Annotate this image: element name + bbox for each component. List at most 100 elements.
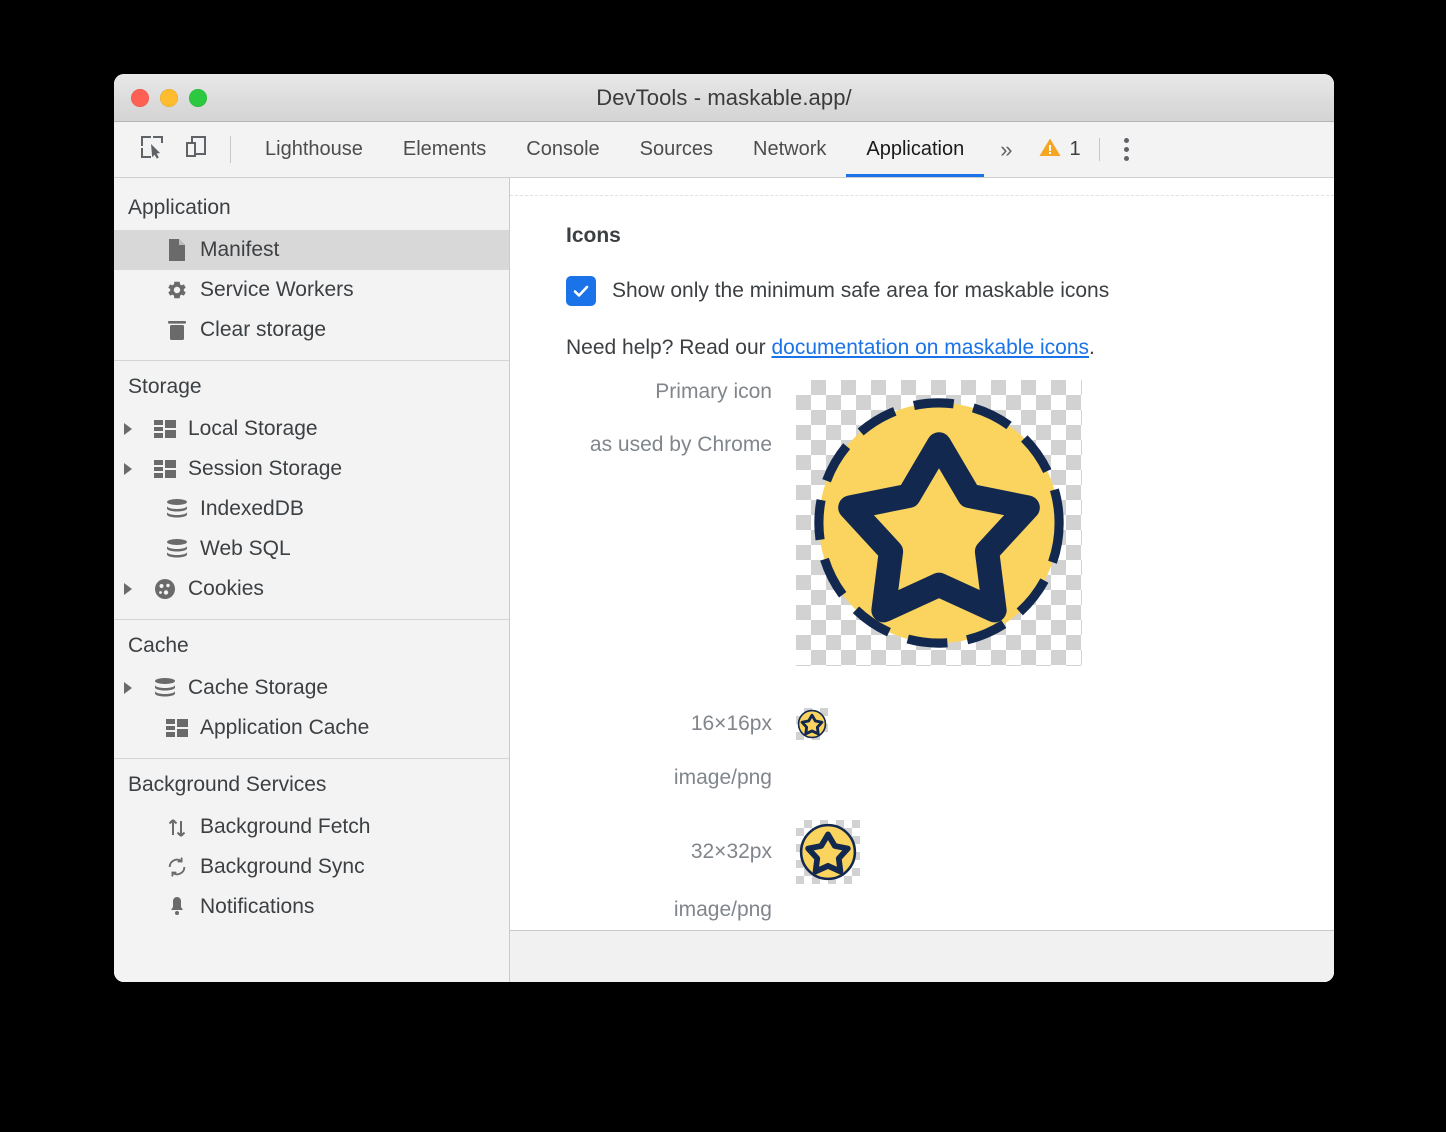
sidebar-item-label: Web SQL [200,537,291,561]
chevron-right-icon[interactable] [120,682,136,694]
device-toolbar-button[interactable] [174,122,218,177]
chevron-right-icon[interactable] [120,463,136,475]
sidebar-item-web-sql[interactable]: Web SQL [114,529,509,569]
tab-sources[interactable]: Sources [620,122,733,177]
application-sidebar: Application Manifest Service Workers Cle… [114,178,510,982]
tab-label: Lighthouse [265,138,363,161]
document-icon [164,238,190,262]
sidebar-item-local-storage[interactable]: Local Storage [114,409,509,449]
maskable-star-icon [796,708,828,740]
manifest-panel: Icons Show only the minimum safe area fo… [510,178,1334,982]
trash-icon [164,318,190,342]
maskable-docs-link[interactable]: documentation on maskable icons [771,336,1089,359]
maskable-safe-area-label: Show only the minimum safe area for mask… [612,279,1109,303]
sidebar-item-label: Cookies [188,577,264,601]
sidebar-item-label: IndexedDB [200,497,304,521]
table-icon [152,459,178,479]
devtools-main-menu-button[interactable] [1104,122,1149,177]
sidebar-item-session-storage[interactable]: Session Storage [114,449,509,489]
devtools-window: DevTools - maskable.app/ Lighthouse [114,74,1334,982]
warning-indicator[interactable]: 1 [1028,122,1094,177]
chevron-right-icon[interactable] [120,423,136,435]
sidebar-item-cache-storage[interactable]: Cache Storage [114,668,509,708]
tab-lighthouse[interactable]: Lighthouse [245,122,383,177]
panel-tabs: Lighthouse Elements Console Sources Netw… [245,122,984,177]
maximize-window-button[interactable] [189,89,207,107]
icon-16-label: 16×16px [566,712,796,736]
inspect-element-button[interactable] [130,122,174,177]
window-title: DevTools - maskable.app/ [114,85,1334,111]
sidebar-item-indexeddb[interactable]: IndexedDB [114,489,509,529]
sidebar-group-title-background-services: Background Services [114,759,509,807]
spacer [566,740,1334,766]
tab-application[interactable]: Application [846,122,984,177]
sidebar-group-title-application: Application [114,182,509,230]
sidebar-item-label: Background Sync [200,855,365,879]
sidebar-item-manifest[interactable]: Manifest [114,230,509,270]
help-prefix: Need help? Read our [566,336,771,359]
sidebar-item-label: Background Fetch [200,815,370,839]
chevron-right-icon[interactable] [120,583,136,595]
sidebar-item-service-workers[interactable]: Service Workers [114,270,509,310]
maskable-safe-area-row[interactable]: Show only the minimum safe area for mask… [566,276,1334,306]
warning-count: 1 [1069,138,1080,161]
table-icon [164,718,190,738]
icon-row-primary: Primary icon as used by Chrome [566,380,1334,666]
sidebar-item-background-sync[interactable]: Background Sync [114,847,509,887]
icon-row-32: 32×32px [566,820,1334,884]
bell-icon [164,896,190,918]
panel-top-separator [510,178,1334,196]
sidebar-item-notifications[interactable]: Notifications [114,887,509,927]
up-down-arrows-icon [164,815,190,839]
sidebar-item-label: Application Cache [200,716,369,740]
icon-primary-label-line2: as used by Chrome [566,433,772,457]
table-icon [152,419,178,439]
database-icon [164,498,190,520]
sidebar-item-label: Manifest [200,238,279,262]
spacer [566,666,1334,686]
sync-icon [164,856,190,878]
check-icon [571,281,591,301]
more-tabs-button[interactable]: » [984,122,1028,177]
kebab-menu-icon [1124,156,1129,161]
help-text: Need help? Read our documentation on mas… [566,336,1334,360]
sidebar-item-application-cache[interactable]: Application Cache [114,708,509,748]
tab-console[interactable]: Console [506,122,619,177]
gear-icon [164,279,190,301]
icon-list: Primary icon as used by Chrome [566,380,1334,922]
maskable-star-icon [796,820,860,884]
spacer [566,884,1334,898]
sidebar-group-title-cache: Cache [114,620,509,668]
tab-elements[interactable]: Elements [383,122,506,177]
device-toolbar-icon [183,134,209,165]
sidebar-item-label: Session Storage [188,457,342,481]
tab-network[interactable]: Network [733,122,846,177]
toolbar-divider-right [1099,138,1100,161]
icon-preview-primary[interactable] [796,380,1082,666]
window-titlebar: DevTools - maskable.app/ [114,74,1334,122]
icon-primary-label-line1: Primary icon [566,380,772,404]
icon-preview-32[interactable] [796,820,860,884]
sidebar-item-background-fetch[interactable]: Background Fetch [114,807,509,847]
sidebar-item-cookies[interactable]: Cookies [114,569,509,609]
tab-label: Application [866,138,964,161]
cookie-icon [152,578,178,600]
toolbar-divider [230,136,231,163]
icon-row-16: 16×16px [566,708,1334,740]
warning-triangle-icon [1038,135,1062,165]
sidebar-item-label: Cache Storage [188,676,328,700]
kebab-menu-icon [1124,147,1129,152]
maskable-safe-area-checkbox[interactable] [566,276,596,306]
close-window-button[interactable] [131,89,149,107]
tab-label: Console [526,138,599,161]
sidebar-item-clear-storage[interactable]: Clear storage [114,310,509,350]
chevron-double-right-icon: » [1000,137,1012,163]
database-icon [152,677,178,699]
minimize-window-button[interactable] [160,89,178,107]
icon-preview-16[interactable] [796,708,828,740]
sidebar-group-title-storage: Storage [114,361,509,409]
kebab-menu-icon [1124,138,1129,143]
icon-16-mime: image/png [566,766,796,790]
sidebar-item-label: Notifications [200,895,314,919]
help-suffix: . [1089,336,1095,359]
